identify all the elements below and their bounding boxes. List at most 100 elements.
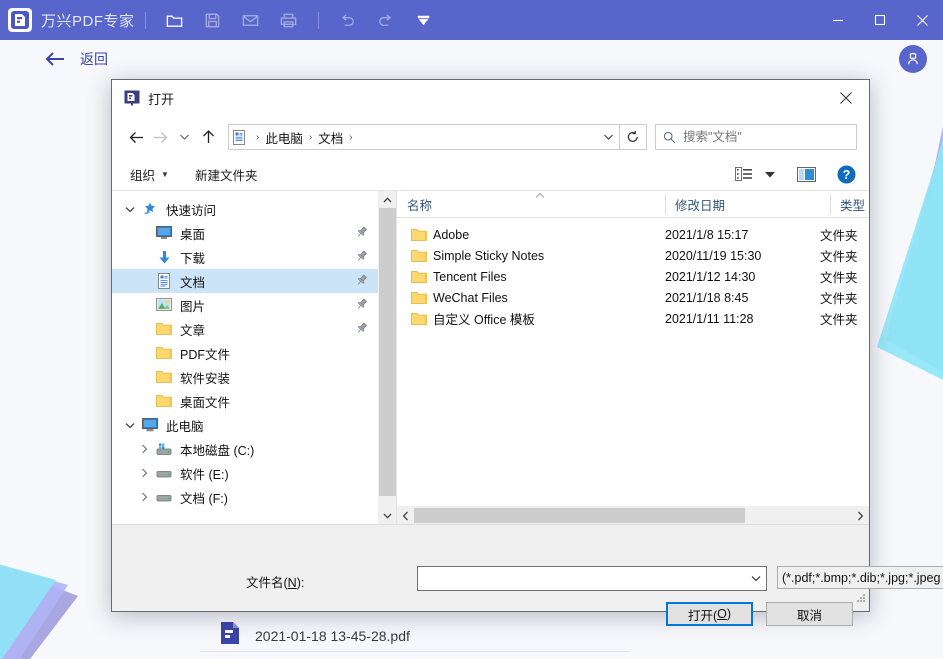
file-type-cell: 文件夹 xyxy=(820,313,858,327)
sidebar-item-11[interactable]: 软件 (E:) xyxy=(112,461,378,485)
file-type-cell: 文件夹 xyxy=(820,250,858,264)
chevron-down-icon[interactable] xyxy=(120,206,140,213)
sidebar-item-3[interactable]: 文档 xyxy=(112,269,378,293)
folder-icon xyxy=(154,346,174,360)
file-type-filter[interactable]: (*.pdf;*.bmp;*.dib;*.jpg;*.jpeg xyxy=(777,566,943,589)
hscrollbar-thumb[interactable] xyxy=(414,508,745,523)
filename-input[interactable] xyxy=(418,571,746,586)
email-icon[interactable] xyxy=(236,5,266,35)
breadcrumb-separator-1: › xyxy=(308,131,313,143)
sidebar-item-9[interactable]: 此电脑 xyxy=(112,413,378,437)
back-button-label[interactable]: 返回 xyxy=(80,49,108,69)
filename-label-post: ): xyxy=(296,576,305,590)
table-row[interactable]: 自定义 Office 模板 2021/1/11 11:28 文件夹 xyxy=(397,308,869,329)
hscroll-right-button[interactable] xyxy=(852,511,869,521)
chevron-right-icon[interactable] xyxy=(134,468,154,478)
organize-button[interactable]: 组织 ▼ xyxy=(122,162,177,186)
dialog-close-button[interactable] xyxy=(823,80,869,116)
navigation-bar: › 此电脑 › 文档 › xyxy=(112,116,869,158)
address-dropdown-icon[interactable] xyxy=(597,133,619,141)
column-header-date[interactable]: 修改日期 xyxy=(665,192,830,217)
hscroll-left-button[interactable] xyxy=(397,511,414,521)
breadcrumb: › 此电脑 › 文档 › xyxy=(249,128,597,147)
sidebar-item-label: 文档 xyxy=(180,275,206,290)
recent-locations-button[interactable] xyxy=(172,125,196,149)
view-dropdown-icon[interactable] xyxy=(761,162,779,186)
quick-access-star-icon xyxy=(140,201,160,217)
sidebar-scrollbar-thumb[interactable] xyxy=(379,208,396,496)
recent-document-item[interactable]: 2021-01-18 13-45-28.pdf xyxy=(219,621,410,650)
sidebar-item-4[interactable]: 图片 xyxy=(112,293,378,317)
file-list-hscrollbar[interactable] xyxy=(397,506,869,524)
command-bar: 组织 ▼ 新建文件夹 ? xyxy=(112,158,869,191)
nav-up-button[interactable] xyxy=(196,125,220,149)
drive-icon xyxy=(154,467,174,480)
sidebar-item-0[interactable]: 快速访问 xyxy=(112,197,378,221)
chevron-down-icon[interactable] xyxy=(120,422,140,429)
pin-icon[interactable] xyxy=(355,322,368,335)
table-row[interactable]: Simple Sticky Notes 2020/11/19 15:30 文件夹 xyxy=(397,245,869,266)
pin-icon[interactable] xyxy=(355,250,368,263)
sidebar-item-12[interactable]: 文档 (F:) xyxy=(112,485,378,509)
print-icon[interactable] xyxy=(274,5,304,35)
column-header-type[interactable]: 类型 xyxy=(830,192,869,217)
filename-field[interactable] xyxy=(417,566,767,591)
maximize-button[interactable] xyxy=(859,0,901,40)
open-file-dialog: 打开 › 此电脑 › 文档 › 搜索"文档" 组织 ▼ 新建文件夹 ? 快速访问… xyxy=(111,79,943,626)
close-button[interactable] xyxy=(901,0,943,40)
resize-grip-icon[interactable] xyxy=(856,590,866,608)
sidebar-item-8[interactable]: 桌面文件 xyxy=(112,389,378,413)
chevron-right-icon[interactable] xyxy=(134,492,154,502)
undo-icon[interactable] xyxy=(333,5,363,35)
view-options-icon[interactable] xyxy=(729,162,759,186)
pin-icon[interactable] xyxy=(355,274,368,287)
breadcrumb-item-0[interactable]: 此电脑 xyxy=(262,128,306,147)
sidebar-item-7[interactable]: 软件安装 xyxy=(112,365,378,389)
address-bar[interactable]: › 此电脑 › 文档 › xyxy=(228,124,620,150)
column-header-name[interactable]: 名称 xyxy=(397,192,665,217)
minimize-button[interactable] xyxy=(817,0,859,40)
save-file-icon[interactable] xyxy=(198,5,228,35)
cancel-button-label: 取消 xyxy=(796,608,822,623)
refresh-button[interactable] xyxy=(620,124,647,150)
documents-folder-icon xyxy=(229,125,249,149)
file-type-filter-value: (*.pdf;*.bmp;*.dib;*.jpg;*.jpeg xyxy=(782,570,941,585)
sidebar-item-6[interactable]: PDF文件 xyxy=(112,341,378,365)
filename-dropdown-icon[interactable] xyxy=(746,575,766,582)
cancel-button[interactable]: 取消 xyxy=(766,602,853,626)
user-avatar-icon[interactable] xyxy=(899,45,927,73)
sidebar-item-label: 下载 xyxy=(180,251,206,266)
sidebar-item-10[interactable]: 本地磁盘 (C:) xyxy=(112,437,378,461)
sidebar-item-2[interactable]: 下载 xyxy=(112,245,378,269)
preview-pane-icon[interactable] xyxy=(791,162,821,186)
chevron-right-icon[interactable] xyxy=(134,444,154,454)
folder-icon xyxy=(154,394,174,408)
file-type-cell: 文件夹 xyxy=(820,229,858,243)
open-button[interactable]: 打开(O) xyxy=(666,602,753,626)
open-button-label-key: O xyxy=(717,607,727,621)
search-box[interactable] xyxy=(655,124,857,150)
table-row[interactable]: Adobe 2021/1/8 15:17 文件夹 xyxy=(397,224,869,245)
customize-toolbar-icon[interactable] xyxy=(409,5,439,35)
pin-icon[interactable] xyxy=(355,298,368,311)
scroll-up-button[interactable] xyxy=(379,191,396,208)
sidebar-item-label: 文章 xyxy=(180,323,206,338)
breadcrumb-item-1[interactable]: 文档 xyxy=(315,128,346,147)
arrow-left-icon[interactable] xyxy=(44,50,66,68)
nav-back-button[interactable] xyxy=(124,125,148,149)
sidebar-item-5[interactable]: 文章 xyxy=(112,317,378,341)
sidebar-item-1[interactable]: 桌面 xyxy=(112,221,378,245)
table-row[interactable]: WeChat Files 2021/1/18 8:45 文件夹 xyxy=(397,287,869,308)
new-folder-button[interactable]: 新建文件夹 xyxy=(187,162,266,186)
table-row[interactable]: Tencent Files 2021/1/12 14:30 文件夹 xyxy=(397,266,869,287)
sort-ascending-icon xyxy=(535,192,545,201)
sidebar-scrollbar[interactable] xyxy=(378,191,396,524)
redo-icon[interactable] xyxy=(371,5,401,35)
file-date-cell: 2020/11/19 15:30 xyxy=(665,248,762,263)
scroll-down-button[interactable] xyxy=(379,507,396,524)
desktop-icon xyxy=(154,226,174,240)
pin-icon[interactable] xyxy=(355,226,368,239)
search-input[interactable] xyxy=(683,130,856,144)
open-file-icon[interactable] xyxy=(160,5,190,35)
help-icon[interactable]: ? xyxy=(831,162,861,186)
